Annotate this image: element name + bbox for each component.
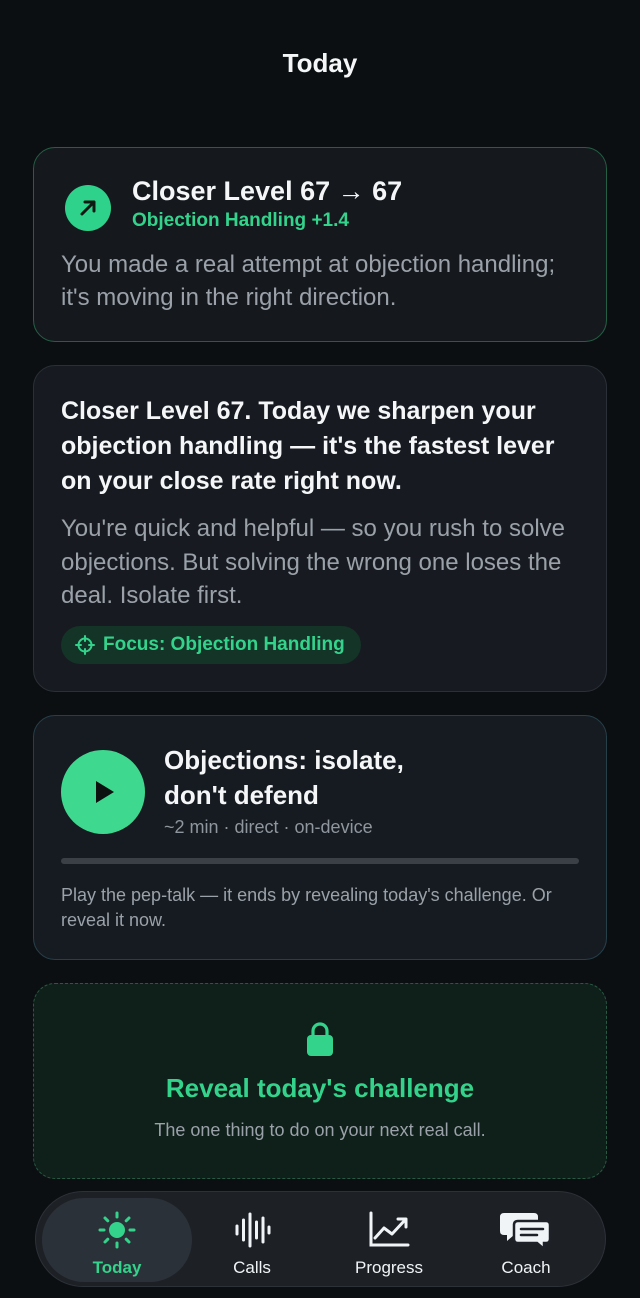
pep-talk-note: Play the pep-talk — it ends by revealing… [61, 885, 552, 930]
tab-coach[interactable]: Coach [456, 1198, 596, 1282]
tab-today-label: Today [92, 1258, 142, 1277]
pep-talk-player-card: Objections: isolate, don't defend ~2 min… [33, 715, 607, 960]
level-title: Closer Level 67 → 67 [132, 176, 403, 206]
tab-bar: Today Calls Progress Coach [35, 1191, 606, 1287]
level-card[interactable]: Closer Level 67 → 67 Objection Handling … [33, 147, 607, 342]
level-feedback: You made a real attempt at objection han… [61, 251, 556, 311]
reveal-title: Reveal today's challenge [165, 1073, 475, 1103]
chat-icon [500, 1208, 552, 1252]
focus-chip-label: Focus: Objection Handling [103, 634, 345, 655]
focus-chip[interactable]: Focus: Objection Handling [61, 626, 361, 664]
reveal-subtitle: The one thing to do on your next real ca… [154, 1120, 486, 1140]
lock-icon [307, 1022, 333, 1056]
tab-progress-label: Progress [354, 1258, 424, 1277]
sun-icon [97, 1208, 137, 1252]
target-icon [75, 635, 95, 655]
playback-progress-bar[interactable] [61, 858, 579, 864]
page-title: Today [282, 48, 358, 78]
pep-talk-title: Objections: isolate, don't defend [164, 745, 404, 810]
reveal-challenge-card[interactable]: Reveal today's challenge The one thing t… [33, 983, 607, 1179]
arrow-up-right-icon [65, 185, 111, 231]
tab-today[interactable]: Today [42, 1198, 192, 1282]
play-icon [96, 781, 114, 803]
play-button[interactable] [61, 750, 145, 834]
message-headline: Closer Level 67. Today we sharpen your o… [61, 397, 555, 495]
tab-calls[interactable]: Calls [182, 1198, 322, 1282]
pep-talk-meta: ~2 min · direct · on-device [164, 817, 373, 837]
waveform-icon [232, 1208, 272, 1252]
skill-delta: Objection Handling +1.4 [132, 210, 349, 231]
chart-icon [367, 1208, 411, 1252]
tab-calls-label: Calls [233, 1258, 271, 1277]
tab-coach-label: Coach [501, 1258, 551, 1277]
tab-progress[interactable]: Progress [319, 1198, 459, 1282]
message-body: You're quick and helpful — so you rush t… [61, 515, 565, 609]
coach-message-card: Closer Level 67. Today we sharpen your o… [33, 365, 607, 692]
